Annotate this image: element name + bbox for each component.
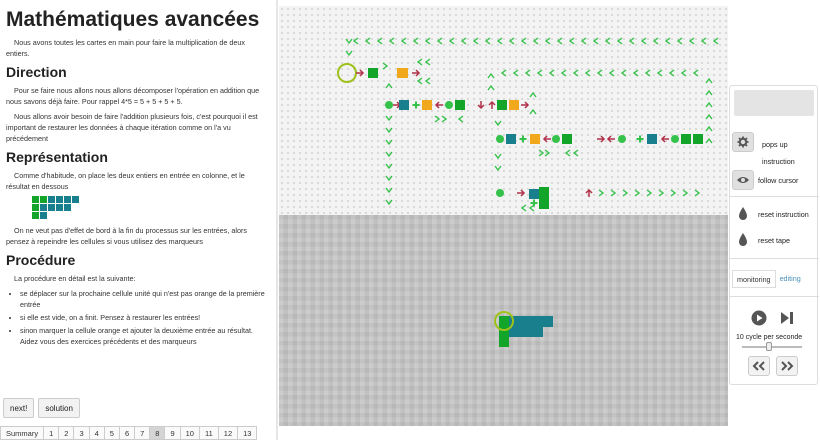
step-icon [781,312,793,324]
pager-page[interactable]: 2 [59,426,75,440]
play-button[interactable] [748,308,770,328]
program-graph[interactable] [279,6,728,215]
pager-page[interactable]: 9 [165,426,181,440]
reset-instruction-label: reset instruction [758,209,809,219]
mode-tabs: monitoring editing [732,270,805,288]
matrix-row [32,196,268,203]
pager-page[interactable]: 1 [44,426,60,440]
pager-page[interactable]: 6 [119,426,136,440]
instruction-row-3[interactable] [496,134,579,157]
reset-instruction-button[interactable]: reset instruction [732,204,809,224]
matrix-row [32,212,268,219]
section-heading-direction: Direction [6,64,67,80]
pager-page[interactable]: 10 [180,426,200,440]
lesson-buttons: next! solution [3,398,80,418]
pager-page[interactable]: 3 [74,426,90,440]
pager-page[interactable]: 13 [238,426,258,440]
solution-button[interactable]: solution [38,398,80,418]
pager-page[interactable]: 12 [218,426,239,440]
next-button[interactable]: next! [3,398,35,418]
speed-slider-track[interactable] [742,346,802,348]
instruction-row-4[interactable] [496,187,700,212]
follow-cursor-label: follow cursor [758,175,799,185]
reset-tape-button[interactable]: reset tape [732,230,790,250]
fast-forward-button[interactable] [776,356,798,376]
matrix-cell [32,204,39,211]
fast-forward-icon [781,361,794,371]
popup-instruction-label: pops up instruction [762,140,795,166]
pager-page[interactable]: 4 [89,426,105,440]
tape-grid[interactable] [279,215,728,426]
pager-page[interactable]: 7 [135,426,151,440]
loop-path-right [487,69,713,171]
matrix-cell [40,212,47,219]
example-tape-matrix [32,196,268,219]
matrix-cell [64,204,71,211]
program-canvas[interactable] [279,6,728,215]
pane-divider[interactable] [276,0,278,440]
matrix-cell [56,204,63,211]
instruction-row-2b[interactable] [477,92,537,115]
pager-page[interactable]: 5 [104,426,120,440]
divider [730,258,819,259]
matrix-row [32,204,268,211]
matrix-cell [72,196,79,203]
instruction-row-1[interactable] [397,58,431,85]
lesson-pager: Summary 1 2 3 4 5 6 7 8 9 10 11 12 13 [0,426,258,440]
procedure-steps: se déplacer sur la prochaine cellule uni… [6,288,268,347]
pager-summary[interactable]: Summary [0,426,45,440]
tab-monitoring[interactable]: monitoring [732,270,776,288]
matrix-cell [32,212,39,219]
rewind-button[interactable] [748,356,770,376]
instruction-display [734,90,814,116]
divider [730,296,819,297]
matrix-cell [40,204,47,211]
drop-icon[interactable] [732,204,754,224]
procedure-paragraph: La procédure en détail est la suivante: [14,274,136,283]
play-icon [751,310,767,326]
section-heading-representation: Représentation [6,149,108,165]
procedure-step: se déplacer sur la prochaine cellule uni… [20,288,268,310]
divider [730,196,819,197]
tape-cells [499,316,553,347]
tab-editing[interactable]: editing [776,270,805,288]
drop-icon[interactable] [732,230,754,250]
representation-paragraph-2: On ne veut pas d'effet de bord à la fin … [6,226,247,246]
direction-paragraph-2: Nous allons avoir besoin de faire l'addi… [6,112,258,143]
pager-page[interactable]: 11 [199,426,219,440]
loop-path-top [345,37,719,56]
tape-world[interactable] [279,215,728,426]
control-panel: pops up instruction follow cursor reset … [729,85,819,385]
matrix-cell [40,196,47,203]
matrix-cell [48,196,55,203]
step-button[interactable] [776,308,798,328]
matrix-cell [64,196,71,203]
procedure-step: sinon marquer la cellule orange et ajout… [20,325,268,347]
rewind-icon [752,361,765,371]
direction-paragraph-1: Pour se faire nous allons nous allons dé… [6,86,260,106]
speed-label: 10 cycle per seconde [736,334,803,341]
lesson-title: Mathématiques avancées [6,8,260,31]
matrix-cell [32,196,39,203]
representation-paragraph-1: Comme d'habitude, on place les deux enti… [6,171,245,191]
pager-page[interactable]: 8 [150,426,166,440]
intro-text: Nous avons toutes les cartes en main pou… [6,38,245,58]
lesson-pane: Mathématiques avancées Nous avons toutes… [0,0,276,392]
instruction-row-3b[interactable] [596,134,703,144]
matrix-cell [48,204,55,211]
gear-icon[interactable] [732,132,754,152]
eye-icon[interactable] [732,170,754,190]
popup-instruction-toggle[interactable]: pops up instruction [732,132,795,166]
reset-tape-label: reset tape [758,235,790,245]
procedure-step: si elle est vide, on a finit. Pensez à r… [20,312,268,323]
speed-slider-thumb[interactable] [766,342,772,351]
matrix-cell [56,196,63,203]
section-heading-procedure: Procédure [6,252,76,268]
instruction-row-2[interactable] [385,100,465,123]
follow-cursor-toggle[interactable]: follow cursor [732,170,798,190]
